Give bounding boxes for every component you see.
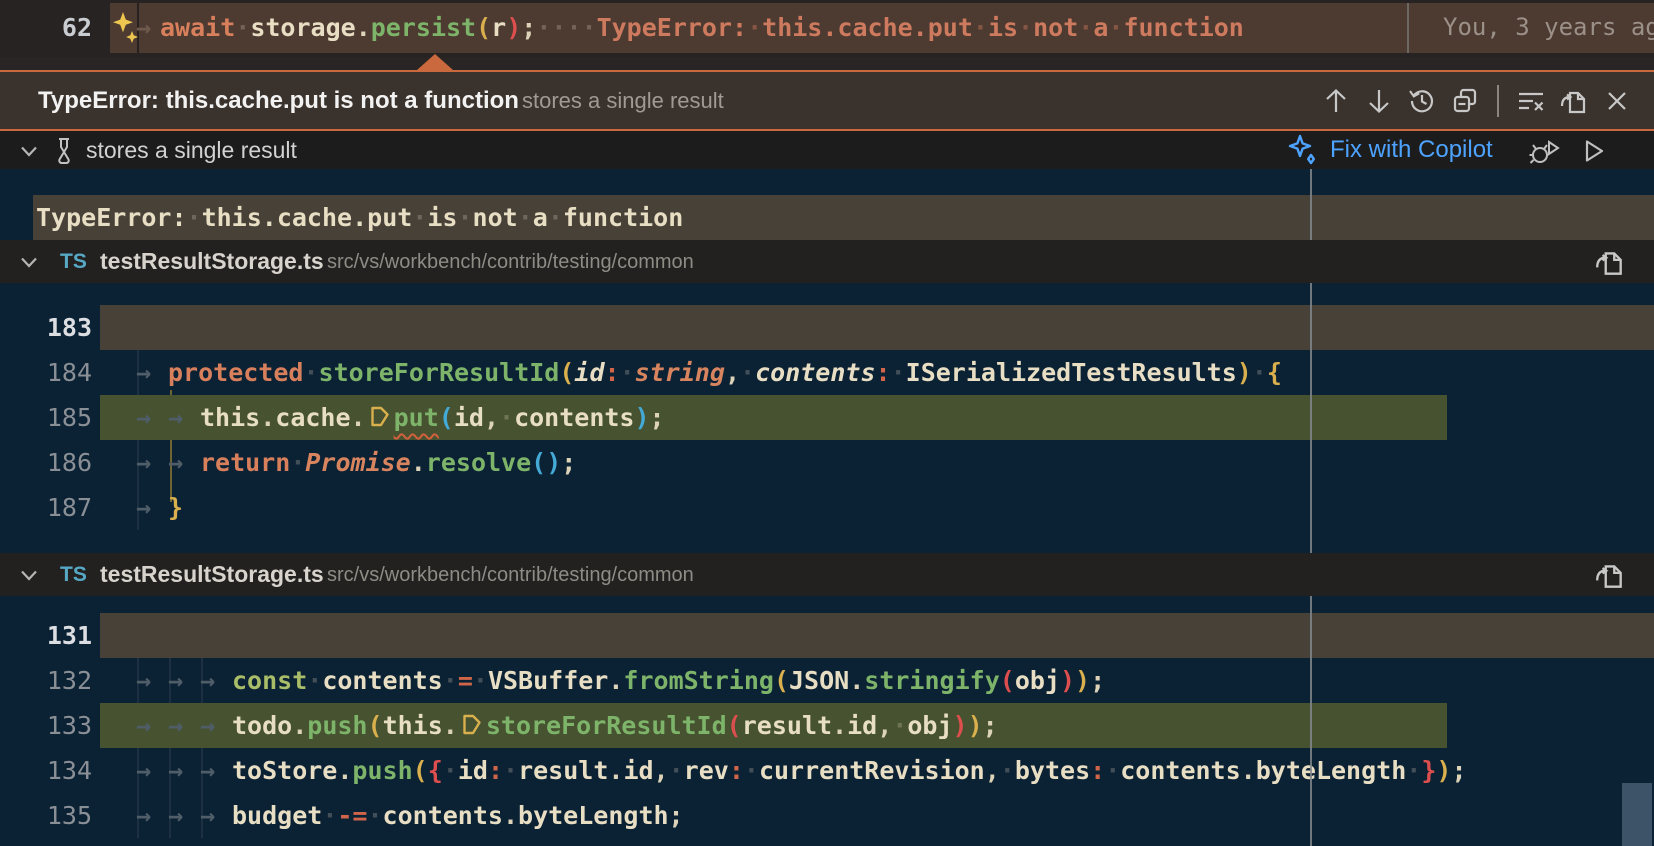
copilot-sparkle-icon — [1286, 132, 1322, 168]
editor-gap — [0, 57, 1654, 70]
line-highlight — [100, 305, 1654, 350]
scrollbar-slider[interactable] — [1622, 783, 1652, 846]
line-number: 186 — [0, 440, 92, 485]
code-line[interactable]: 185 →→this.cache.put(id,·contents); — [0, 395, 1654, 440]
test-message-pentagon-icon[interactable] — [461, 710, 483, 738]
peek-anchor-notch — [417, 54, 453, 70]
clear-all-icon[interactable] — [1516, 86, 1546, 116]
code-line[interactable]: 184 →protected·storeForResultId(id:·strin… — [0, 350, 1654, 395]
code-line[interactable]: 135 →→→budget·-=·contents.byteLength; — [0, 793, 1654, 838]
editor-ruler — [1310, 169, 1312, 240]
arrow-up-icon[interactable] — [1321, 86, 1351, 116]
fix-with-copilot-button[interactable]: Fix with Copilot — [1286, 131, 1493, 169]
code-excerpt-editor[interactable]: 131132 →→→const·contents·=·VSBuffer.fromS… — [0, 596, 1654, 846]
open-in-editor-icon[interactable] — [1559, 86, 1589, 116]
toolbar-separator — [1497, 85, 1499, 117]
blame-separator — [1407, 3, 1409, 53]
close-icon[interactable] — [1602, 86, 1632, 116]
line-highlight — [100, 613, 1654, 658]
code-line-content[interactable]: →→→todo.push(this.storeForResultId(resul… — [136, 703, 998, 748]
code-line-content[interactable]: →} — [136, 485, 183, 530]
git-blame-annotation[interactable]: You, 3 years ago — [1443, 0, 1654, 57]
peek-subtitle: stores a single result — [522, 72, 724, 129]
file-path: src/vs/workbench/contrib/testing/common — [327, 553, 694, 596]
fix-with-copilot-label: Fix with Copilot — [1330, 136, 1493, 164]
line-number: 62 — [0, 0, 92, 57]
code-line[interactable]: 183 — [0, 305, 1654, 350]
code-line-content[interactable]: →→return·Promise.resolve(); — [136, 440, 576, 485]
test-message-pentagon-icon[interactable] — [369, 402, 391, 430]
code-line[interactable]: 131 — [0, 613, 1654, 658]
history-icon[interactable] — [1407, 86, 1437, 116]
code-line-content[interactable]: →→→const·contents·=·VSBuffer.fromString(… — [136, 658, 1105, 703]
code-line[interactable]: 133 →→→todo.push(this.storeForResultId(re… — [0, 703, 1654, 748]
code-excerpt-editor[interactable]: 183184 →protected·storeForResultId(id:·st… — [0, 283, 1654, 553]
line-number: 135 — [0, 793, 92, 838]
debug-test-icon[interactable] — [1528, 136, 1562, 166]
versions-icon[interactable] — [1450, 86, 1480, 116]
line-number: 187 — [0, 485, 92, 530]
file-section-header[interactable]: TS testResultStorage.ts src/vs/workbench… — [0, 240, 1654, 283]
code-line-content[interactable]: →→→budget·-=·contents.byteLength; — [136, 793, 684, 838]
test-message-area[interactable]: TypeError:·this.cache.put·is·not·a·funct… — [0, 169, 1654, 240]
typescript-badge: TS — [60, 240, 87, 283]
editor-ruler — [1310, 596, 1312, 846]
code-line-content[interactable]: →→this.cache.put(id,·contents); — [136, 395, 665, 440]
peek-actions — [1321, 72, 1632, 129]
line-number: 184 — [0, 350, 92, 395]
test-result-row[interactable]: stores a single result Fix with Copilot — [0, 131, 1654, 169]
code-line[interactable]: 187 →} — [0, 485, 1654, 530]
code-line-content[interactable]: →→→toStore.push({·id:·result.id,·rev:·cu… — [136, 748, 1467, 793]
typescript-badge: TS — [60, 553, 87, 596]
code-line[interactable]: 132 →→→const·contents·=·VSBuffer.fromStri… — [0, 658, 1654, 703]
peek-title: TypeError: this.cache.put is not a funct… — [38, 72, 519, 129]
editor-ruler — [1310, 283, 1312, 553]
line-number: 133 — [0, 703, 92, 748]
beaker-icon — [50, 136, 78, 166]
code-line-content[interactable]: →protected·storeForResultId(id:·string,·… — [136, 350, 1282, 395]
copy-page-icon[interactable] — [1594, 559, 1626, 591]
peek-header: TypeError: this.cache.put is not a funct… — [0, 70, 1654, 131]
line-number: 134 — [0, 748, 92, 793]
chevron-down-icon[interactable] — [16, 562, 42, 588]
file-name: testResultStorage.ts — [100, 240, 324, 283]
run-test-icon[interactable] — [1578, 136, 1608, 166]
chevron-down-icon[interactable] — [16, 138, 42, 164]
copy-page-icon[interactable] — [1594, 246, 1626, 278]
chevron-down-icon[interactable] — [16, 249, 42, 275]
file-path: src/vs/workbench/contrib/testing/common — [327, 240, 694, 283]
line-number: 185 — [0, 395, 92, 440]
vscode-test-error-peek: 62 →await·storage.persist(r);····TypeErr… — [0, 0, 1654, 846]
line-number: 183 — [0, 305, 92, 350]
arrow-down-icon[interactable] — [1364, 86, 1394, 116]
test-name-label: stores a single result — [86, 131, 297, 169]
file-section-header[interactable]: TS testResultStorage.ts src/vs/workbench… — [0, 553, 1654, 596]
line-number: 131 — [0, 613, 92, 658]
code-line-62[interactable]: →await·storage.persist(r);····TypeError:… — [136, 0, 1244, 57]
error-message-text[interactable]: TypeError:·this.cache.put·is·not·a·funct… — [36, 195, 683, 240]
line-highlight — [100, 485, 1654, 530]
file-name: testResultStorage.ts — [100, 553, 324, 596]
editor-active-line[interactable]: 62 →await·storage.persist(r);····TypeErr… — [0, 0, 1654, 57]
line-number: 132 — [0, 658, 92, 703]
code-line[interactable]: 134 →→→toStore.push({·id:·result.id,·rev:… — [0, 748, 1654, 793]
code-line[interactable]: 186 →→return·Promise.resolve(); — [0, 440, 1654, 485]
